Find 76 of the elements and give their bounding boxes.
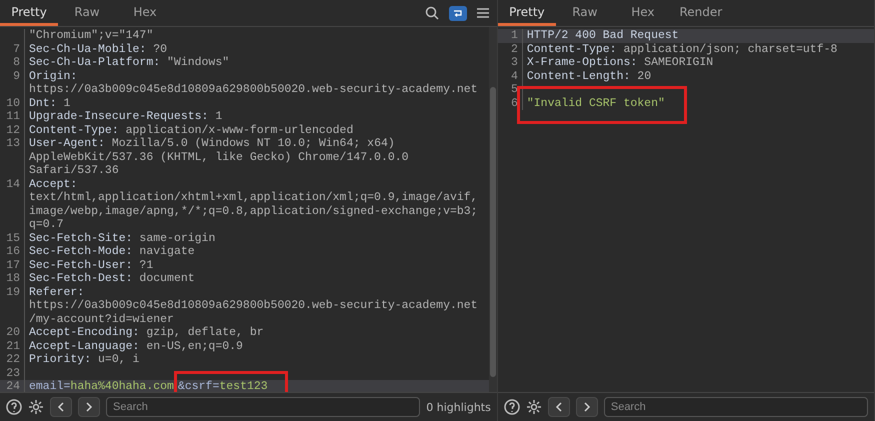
back-button[interactable] — [50, 397, 72, 417]
code-text: https://0a3b009c045e8d10809a629800b50020.web-security-academy.net — [29, 83, 478, 96]
code-text: Sec-Fetch-Site: — [29, 232, 133, 245]
code-text: Dnt: — [29, 96, 57, 110]
code-text: Content-Type: — [29, 124, 119, 137]
line-number: 6 — [498, 96, 523, 110]
chevron-right-icon — [85, 402, 93, 412]
tab[interactable]: Hex — [614, 0, 672, 26]
code-text: email= — [29, 380, 70, 392]
tab[interactable]: Hex — [116, 0, 174, 26]
code-text: Origin: — [29, 70, 78, 83]
code-text: application/json; charset=utf-8 — [622, 42, 838, 56]
code-text: https://0a3b009c045e8d10809a629800b50020.web-security-academy.net — [29, 299, 478, 312]
code-text: User-Agent: — [29, 137, 105, 150]
help-icon[interactable] — [6, 399, 22, 415]
search-icon[interactable] — [424, 6, 439, 20]
code-text: Content-Length: — [526, 70, 630, 83]
code-text: HTTP/2 400 Bad Request — [526, 29, 679, 42]
menu-icon[interactable] — [476, 8, 489, 18]
chevron-left-icon — [554, 402, 563, 412]
code-text: ?1 — [138, 258, 154, 272]
code-text: haha%40haha.com — [70, 380, 174, 392]
code-text: gzip, deflate, br — [145, 326, 264, 340]
code-text: "Windows" — [166, 56, 230, 70]
code-text: test123 — [219, 380, 268, 392]
tab[interactable]: Pretty — [498, 0, 556, 26]
code-text: document — [138, 272, 195, 286]
code-text: Sec-Ch-Ua-Mobile: — [29, 42, 146, 56]
code-text: same-origin — [138, 232, 216, 245]
code-text: q=0.7 — [29, 218, 64, 232]
line-number: 24 — [0, 380, 25, 392]
wrap-toggle[interactable] — [448, 6, 467, 20]
code-text: Upgrade-Insecure-Requests: — [29, 110, 208, 124]
code-text: Sec-Fetch-Mode: — [29, 245, 133, 258]
tab[interactable]: Pretty — [0, 0, 58, 26]
code-text: Accept-Encoding: — [29, 326, 140, 340]
code-text: /my-account?id=wiener — [29, 312, 174, 326]
wrap-icon — [452, 8, 463, 18]
code-text: ?0 — [152, 42, 168, 56]
code-text: "Invalid CSRF token" — [526, 96, 665, 110]
code-text: Referer: — [29, 286, 84, 299]
code-text: text/html,application/xhtml+xml,application/xml;q=0.9,image/avif, — [29, 191, 478, 204]
code-text: &csrf= — [178, 380, 220, 392]
code-text: Safari/537.36 — [29, 164, 119, 178]
code-text: "Chromium";v="147" — [29, 29, 154, 42]
forward-button[interactable] — [78, 397, 100, 417]
code-text: AppleWebKit/537.36 (KHTML, like Gecko) Chrome/147.0.0.0 — [29, 150, 409, 164]
code-text: en-US,en;q=0.9 — [145, 340, 243, 353]
help-icon[interactable] — [504, 399, 520, 415]
code-text: Accept: — [29, 178, 78, 191]
code-text: 20 — [636, 70, 652, 83]
code-text: Sec-Ch-Ua-Platform: — [29, 56, 160, 70]
tab[interactable]: Raw — [58, 0, 116, 26]
code-text: Mozilla/5.0 (Windows NT 10.0; Win64; x64) — [110, 137, 395, 150]
code-text: u=0, i — [97, 353, 140, 366]
search-field[interactable]: Search — [106, 397, 420, 417]
code-text: image/webp,image/apng,*/*;q=0.8,application/signed-exchange;v=b3; — [29, 204, 478, 218]
code-text: X-Frame-Options: — [526, 56, 638, 70]
code-text: Accept-Language: — [29, 340, 140, 353]
highlights-count: 0 highlights — [426, 400, 491, 414]
code-text: navigate — [138, 245, 195, 258]
forward-button[interactable] — [576, 397, 598, 417]
code-text: Content-Type: — [526, 42, 617, 56]
code-text: 1 — [62, 96, 70, 110]
code-text: SAMEORIGIN — [643, 56, 714, 70]
code-text: 1 — [214, 110, 222, 124]
chevron-left-icon — [57, 402, 65, 412]
code-text: Sec-Fetch-User: — [29, 258, 133, 272]
chevron-right-icon — [582, 402, 591, 412]
tab[interactable]: Raw — [556, 0, 614, 26]
tab[interactable]: Render — [672, 0, 730, 26]
code-text: Sec-Fetch-Dest: — [29, 272, 133, 286]
back-button[interactable] — [548, 397, 570, 417]
search-field[interactable]: Search — [604, 397, 868, 417]
code-text: Priority: — [29, 353, 92, 366]
code-text: application/x-www-form-urlencoded — [124, 124, 354, 137]
